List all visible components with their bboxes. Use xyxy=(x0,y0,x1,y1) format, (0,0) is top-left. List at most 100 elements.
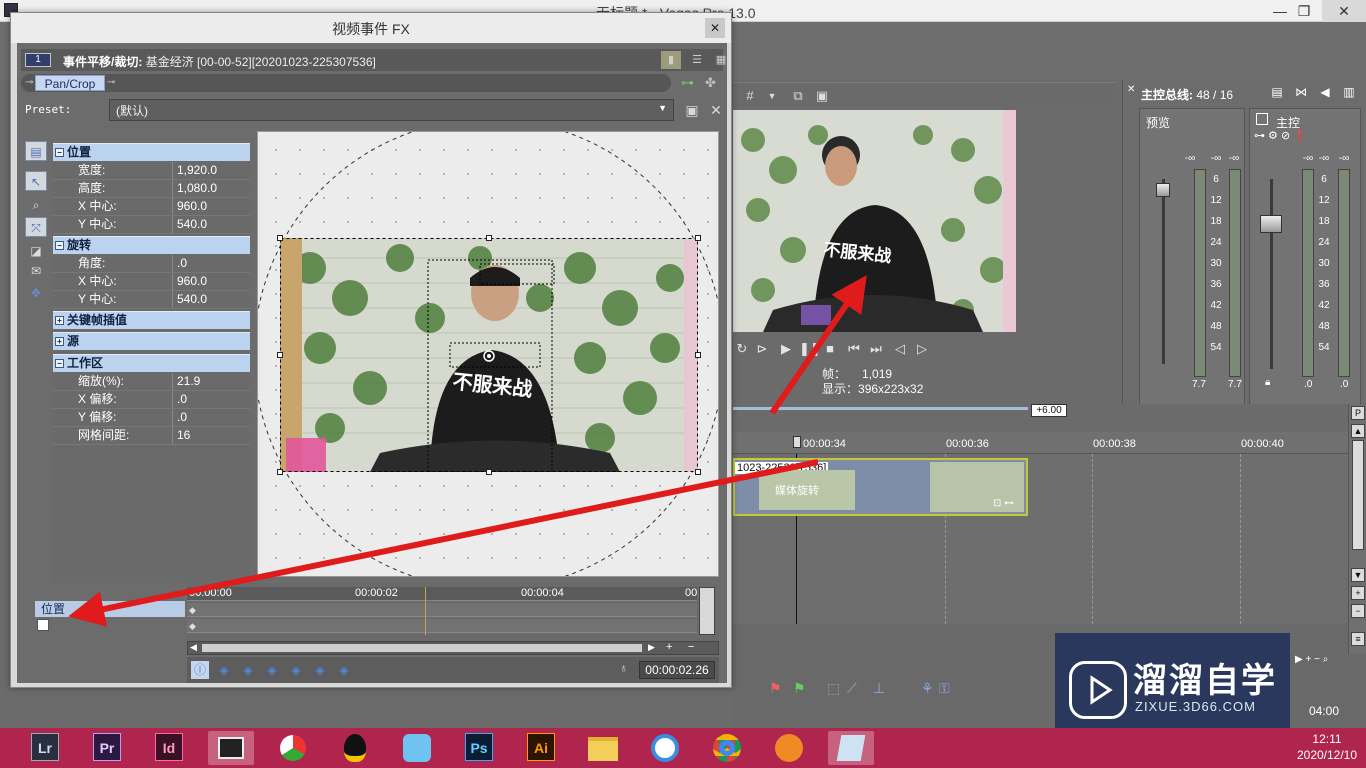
explorer-taskbar-button[interactable] xyxy=(580,731,626,765)
panel-menu-icon[interactable]: P xyxy=(1351,406,1365,420)
keyframe-horizontal-scroll[interactable]: ◀ ▶ + − xyxy=(187,641,719,655)
view-list-icon[interactable]: ☰ xyxy=(687,51,707,69)
pan-crop-canvas[interactable]: 不服来战 xyxy=(257,131,719,577)
scroll-thumb[interactable] xyxy=(202,644,642,652)
prop-row[interactable]: 网格间距: 16 xyxy=(53,427,250,445)
view-grid-icon[interactable]: ▦ xyxy=(711,51,731,69)
properties-icon[interactable]: ▤ xyxy=(1269,84,1285,100)
section-keyframe-interpolation[interactable]: + 关键帧插值 xyxy=(53,311,250,329)
keyframe-ruler[interactable]: 00:00:00 00:00:02 00:00:04 00 xyxy=(187,587,697,601)
prop-row[interactable]: 角度: .0 xyxy=(53,255,250,273)
preset-dropdown[interactable]: (默认) ▼ xyxy=(109,99,674,121)
keyframe-timeline[interactable]: 00:00:00 00:00:02 00:00:04 00 ◆ ◆ xyxy=(187,583,717,645)
keyframe-marker-icon[interactable]: ◆ xyxy=(189,605,196,616)
go-to-end-icon[interactable]: ⏭ xyxy=(867,340,885,358)
edit-tool-icon[interactable]: ⬚ xyxy=(827,680,840,697)
resize-handle[interactable] xyxy=(695,235,701,241)
zoom-controls-icon[interactable]: ▶ + − ⌕ xyxy=(1295,654,1328,665)
zoom-out-icon[interactable]: − xyxy=(1351,604,1365,618)
keyframe-row-position[interactable]: 位置 xyxy=(35,601,185,617)
app-taskbar-button[interactable] xyxy=(766,731,812,765)
main-fader[interactable] xyxy=(1260,215,1282,233)
resize-handle[interactable] xyxy=(486,469,492,475)
lock-icon[interactable]: 🔒︎ xyxy=(1265,377,1270,388)
keyframe-cursor[interactable] xyxy=(425,587,426,635)
app-taskbar-button[interactable] xyxy=(394,731,440,765)
scroll-down-icon[interactable]: ▼ xyxy=(1351,568,1365,582)
collapse-icon[interactable]: − xyxy=(55,359,64,368)
photoshop-taskbar-button[interactable]: Ps xyxy=(456,731,502,765)
cursor-marker[interactable] xyxy=(793,436,801,448)
chain-number-badge[interactable]: 1 xyxy=(25,53,51,67)
scroll-left-icon[interactable]: ◀ xyxy=(190,642,197,653)
chevron-down-icon[interactable]: ▼ xyxy=(763,87,781,105)
prop-row[interactable]: X 中心: 960.0 xyxy=(53,273,250,291)
zoom-in-icon[interactable]: + xyxy=(666,641,672,653)
resize-handle[interactable] xyxy=(486,235,492,241)
keyframe-vertical-scroll[interactable] xyxy=(699,587,715,635)
timeline-ruler[interactable]: 00:00:34 00:00:36 00:00:38 00:00:40 xyxy=(733,432,1348,454)
play-from-start-icon[interactable]: ⊳ xyxy=(753,340,771,358)
resize-handle[interactable] xyxy=(277,235,283,241)
restore-button[interactable]: ❐ xyxy=(1282,0,1326,22)
mute-icon[interactable]: ◀ xyxy=(1317,84,1333,100)
lightroom-taskbar-button[interactable]: Lr xyxy=(22,731,68,765)
play-icon[interactable]: ▶ xyxy=(777,340,795,358)
normal-edit-tool-icon[interactable]: ↖ xyxy=(25,171,47,191)
video-event-clip[interactable]: 1023-22530[7536] 媒体旋转 ⊡ ⊷ xyxy=(733,458,1028,516)
move-freely-icon[interactable]: ⤧ xyxy=(25,217,47,237)
snap-icon[interactable]: ⊥ xyxy=(873,680,885,697)
preview-fader[interactable] xyxy=(1156,183,1170,197)
marker-red-icon[interactable]: ⚑ xyxy=(769,680,782,697)
illustrator-taskbar-button[interactable]: Ai xyxy=(518,731,564,765)
bus-fx-icon[interactable] xyxy=(1256,113,1268,125)
prop-row[interactable]: Y 中心: 540.0 xyxy=(53,291,250,309)
marker-green-icon[interactable]: ⚑ xyxy=(793,680,806,697)
premiere-taskbar-button[interactable]: Pr xyxy=(84,731,130,765)
qq-taskbar-button[interactable] xyxy=(332,731,378,765)
close-icon[interactable]: ✕ xyxy=(1127,84,1135,95)
go-to-start-icon[interactable]: ⏮ xyxy=(845,340,863,358)
keyframe-checkbox[interactable] xyxy=(37,619,49,631)
auto-ripple-icon[interactable]: ⚘ xyxy=(921,680,934,697)
keyframe-track-master[interactable] xyxy=(187,603,697,617)
prev-keyframe-icon[interactable]: ◈ xyxy=(239,661,257,679)
bus-tools-icon[interactable]: ⊶ ⚙ ⊘ ❗ xyxy=(1254,129,1307,142)
lock-icon[interactable]: ♁ xyxy=(619,661,628,675)
app-taskbar-button[interactable] xyxy=(270,731,316,765)
zoom-out-icon[interactable]: − xyxy=(688,641,694,653)
loop-region-bar[interactable] xyxy=(733,407,1028,410)
prop-row[interactable]: Y 偏移: .0 xyxy=(53,409,250,427)
keyframe-timecode[interactable]: 00:00:02.26 xyxy=(639,661,715,679)
scroll-up-icon[interactable]: ▲ xyxy=(1351,424,1365,438)
app-taskbar-button[interactable] xyxy=(642,731,688,765)
plugin-tab-pan-crop[interactable]: Pan/Crop xyxy=(35,75,105,91)
grid-icon[interactable]: # xyxy=(741,87,759,105)
prop-row[interactable]: 高度: 1,080.0 xyxy=(53,180,250,198)
source-image[interactable]: 不服来战 xyxy=(280,238,698,472)
resize-handle[interactable] xyxy=(277,469,283,475)
prop-row[interactable]: Y 中心: 540.0 xyxy=(53,216,250,234)
prop-row[interactable]: 宽度: 1,920.0 xyxy=(53,162,250,180)
resize-handle[interactable] xyxy=(695,469,701,475)
prop-row[interactable]: X 偏移: .0 xyxy=(53,391,250,409)
section-workspace[interactable]: − 工作区 xyxy=(53,354,250,372)
vertical-scrollbar[interactable]: P ▲ ▼ + − ≡ xyxy=(1348,404,1366,654)
plugin-chain-icon[interactable]: ⊶ xyxy=(681,75,694,91)
keyframe-track-position[interactable] xyxy=(187,619,697,633)
expand-icon[interactable]: + xyxy=(55,316,64,325)
save-preset-icon[interactable]: ▣ xyxy=(683,101,701,119)
chrome-taskbar-button[interactable] xyxy=(704,731,750,765)
collapse-icon[interactable]: − xyxy=(55,148,64,157)
first-keyframe-icon[interactable]: ◈ xyxy=(215,661,233,679)
section-source[interactable]: + 源 xyxy=(53,332,250,350)
envelope-tool-icon[interactable]: ⟋ xyxy=(847,680,857,697)
save-snapshot-icon[interactable]: ▣ xyxy=(813,87,831,105)
fx-close-button[interactable]: ✕ xyxy=(705,18,725,38)
pause-icon[interactable]: ❚❚ xyxy=(799,340,821,358)
zoom-in-icon[interactable]: + xyxy=(1351,586,1365,600)
lock-aspect-icon[interactable]: ✉ xyxy=(25,261,47,281)
pan-crop-icon[interactable]: ⊡ ⊷ xyxy=(993,498,1014,509)
resize-handle[interactable] xyxy=(695,352,701,358)
close-button[interactable]: ✕ xyxy=(1322,0,1366,22)
